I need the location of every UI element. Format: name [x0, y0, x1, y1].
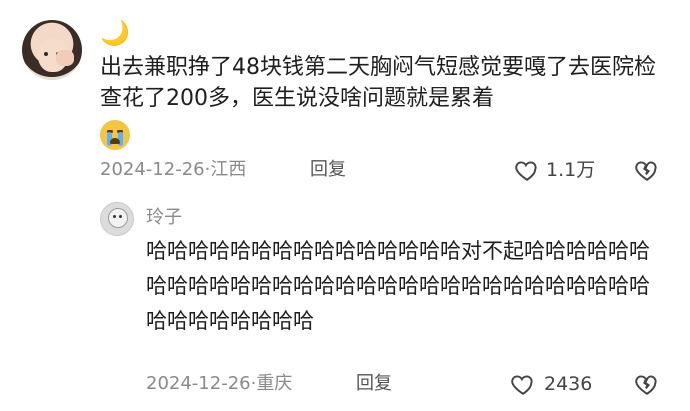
like-count: 1.1万 — [546, 159, 596, 181]
broken-heart-icon[interactable] — [634, 157, 660, 183]
comment-avatar[interactable] — [22, 20, 82, 80]
comment-username[interactable]: 🌙 — [100, 16, 130, 50]
avatar-eye — [44, 52, 48, 56]
reply-text: 哈哈哈哈哈哈哈哈哈哈哈哈哈哈哈对不起哈哈哈哈哈哈哈哈哈哈哈哈哈哈哈哈哈哈哈哈哈哈… — [146, 239, 650, 333]
reply-avatar[interactable] — [100, 202, 134, 236]
broken-heart-icon[interactable] — [634, 371, 660, 397]
comment-location: 江西 — [210, 159, 247, 180]
reply-username[interactable]: 玲子 — [146, 205, 182, 231]
comment-date: 2024-12-26 — [100, 159, 205, 180]
reply-location: 重庆 — [256, 373, 293, 394]
reply-button[interactable]: 回复 — [310, 156, 346, 184]
comment-meta: 2024-12-26·江西 — [100, 159, 247, 180]
avatar-hand — [56, 50, 74, 66]
comment-text: 出去兼职挣了48块钱第二天胸闷气短感觉要嘎了去医院检查花了200多，医生说没啥问… — [100, 55, 656, 111]
reply-reply-button[interactable]: 回复 — [356, 370, 392, 398]
reply-date: 2024-12-26 — [146, 373, 251, 394]
crying-face-icon — [100, 120, 130, 150]
reply-avatar-eye — [113, 215, 116, 218]
reply-like-count: 2436 — [544, 373, 593, 395]
heart-outline-icon[interactable] — [510, 371, 536, 397]
reply-avatar-head — [108, 208, 128, 228]
heart-outline-icon[interactable] — [514, 157, 540, 183]
reply-meta: 2024-12-26·重庆 — [146, 373, 293, 394]
reply-avatar-eye — [119, 215, 122, 218]
